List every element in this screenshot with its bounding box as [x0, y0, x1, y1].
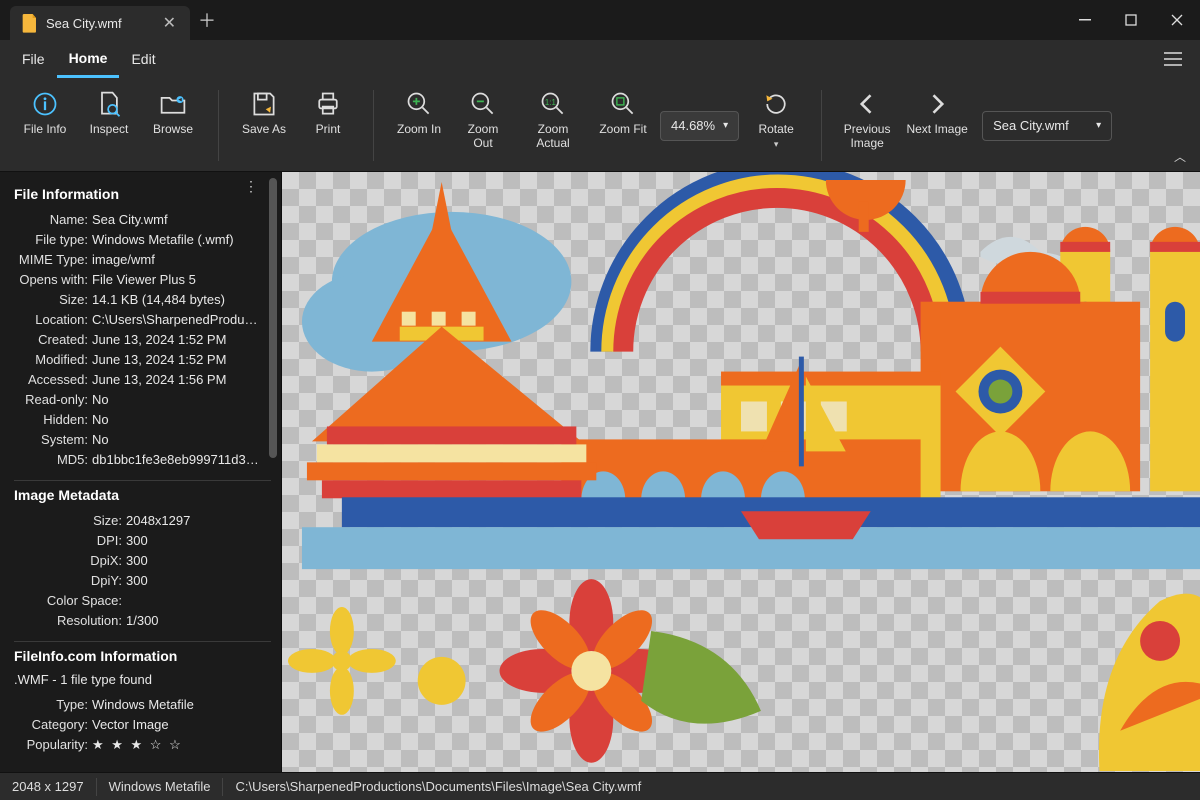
save-icon [250, 90, 278, 118]
prop-md5: MD5:db1bbc1fe3e8eb999711d349c... [14, 450, 271, 470]
prop-img-size: Size:2048x1297 [14, 511, 271, 531]
image-metadata-heading: Image Metadata [14, 487, 271, 503]
sidebar-scrollbar[interactable] [269, 178, 277, 766]
file-information-heading: File Information [14, 186, 271, 202]
prop-size: Size:14.1 KB (14,484 bytes) [14, 290, 271, 310]
next-image-button[interactable]: Next Image [900, 84, 974, 167]
image-preview [282, 172, 1200, 771]
fileinfo-found: .WMF - 1 file type found [14, 672, 271, 687]
inspect-icon [95, 90, 123, 118]
window-close-button[interactable] [1154, 0, 1200, 40]
status-dimensions: 2048 x 1297 [0, 778, 97, 796]
prop-fi-type: Type:Windows Metafile [14, 695, 271, 715]
new-tab-button[interactable]: ＋ [190, 0, 224, 40]
titlebar: Sea City.wmf ✕ ＋ [0, 0, 1200, 40]
zoom-fit-icon [609, 90, 637, 118]
prop-file-type: File type:Windows Metafile (.wmf) [14, 230, 271, 250]
folder-icon [159, 90, 187, 118]
main-area: ⋮ File Information Name:Sea City.wmf Fil… [0, 172, 1200, 772]
rotate-icon [762, 90, 790, 118]
window-controls [1062, 0, 1200, 40]
zoom-out-button[interactable]: Zoom Out [452, 84, 514, 167]
menu-file[interactable]: File [10, 40, 57, 78]
hamburger-button[interactable] [1146, 40, 1200, 78]
prop-system: System:No [14, 430, 271, 450]
maximize-button[interactable] [1108, 0, 1154, 40]
prop-mime: MIME Type:image/wmf [14, 250, 271, 270]
menubar: File Home Edit [0, 40, 1200, 78]
prop-opens-with: Opens with:File Viewer Plus 5 [14, 270, 271, 290]
chevron-down-icon: ▾ [1096, 120, 1101, 131]
tab-close-button[interactable]: ✕ [159, 13, 180, 33]
status-format: Windows Metafile [97, 778, 224, 796]
info-icon [31, 90, 59, 118]
prop-readonly: Read-only:No [14, 390, 271, 410]
zoom-in-icon [405, 90, 433, 118]
prop-dpi: DPI:300 [14, 531, 271, 551]
info-sidebar: ⋮ File Information Name:Sea City.wmf Fil… [0, 172, 282, 772]
zoom-actual-icon: 1:1 [539, 90, 567, 118]
prop-colorspace: Color Space: [14, 591, 271, 611]
prop-dpiy: DpiY:300 [14, 571, 271, 591]
minimize-button[interactable] [1062, 0, 1108, 40]
zoom-fit-button[interactable]: Zoom Fit [592, 84, 654, 167]
inspect-button[interactable]: Inspect [78, 84, 140, 167]
status-path: C:\Users\SharpenedProductions\Documents\… [223, 778, 653, 796]
prop-accessed: Accessed:June 13, 2024 1:56 PM [14, 370, 271, 390]
zoom-actual-button[interactable]: 1:1 Zoom Actual [516, 84, 590, 167]
prop-fi-popularity: Popularity:★ ★ ★ ☆ ☆ [14, 735, 271, 755]
print-button[interactable]: Print [297, 84, 359, 167]
image-canvas[interactable] [282, 172, 1200, 772]
print-icon [314, 90, 342, 118]
prop-fi-category: Category:Vector Image [14, 715, 271, 735]
sidebar-menu-button[interactable]: ⋮ [244, 178, 259, 195]
chevron-down-icon: ▾ [723, 120, 728, 131]
zoom-in-button[interactable]: Zoom In [388, 84, 450, 167]
menu-home[interactable]: Home [57, 40, 120, 78]
zoom-out-icon [469, 90, 497, 118]
prop-name: Name:Sea City.wmf [14, 210, 271, 230]
browse-button[interactable]: Browse [142, 84, 204, 167]
previous-image-button[interactable]: Previous Image [836, 84, 898, 167]
menu-edit[interactable]: Edit [119, 40, 167, 78]
prop-modified: Modified:June 13, 2024 1:52 PM [14, 350, 271, 370]
chevron-down-icon: ▾ [774, 140, 779, 148]
ribbon: File Info Inspect Browse Save As Print Z… [0, 78, 1200, 172]
rotate-button[interactable]: Rotate ▾ [745, 84, 807, 167]
file-info-button[interactable]: File Info [14, 84, 76, 167]
fileinfo-heading: FileInfo.com Information [14, 648, 271, 664]
statusbar: 2048 x 1297 Windows Metafile C:\Users\Sh… [0, 772, 1200, 800]
chevron-left-icon [853, 90, 881, 118]
svg-text:1:1: 1:1 [545, 98, 556, 107]
prop-dpix: DpiX:300 [14, 551, 271, 571]
file-icon [22, 14, 38, 32]
prop-resolution: Resolution:1/300 [14, 611, 271, 631]
save-as-button[interactable]: Save As [233, 84, 295, 167]
zoom-level-select[interactable]: 44.68% ▾ [660, 111, 739, 141]
file-picker-select[interactable]: Sea City.wmf ▾ [982, 111, 1112, 141]
prop-location: Location:C:\Users\SharpenedProductio... [14, 310, 271, 330]
prop-hidden: Hidden:No [14, 410, 271, 430]
tab-title: Sea City.wmf [46, 16, 122, 31]
chevron-right-icon [923, 90, 951, 118]
collapse-ribbon-button[interactable]: ︿ [1174, 148, 1186, 165]
document-tab[interactable]: Sea City.wmf ✕ [10, 6, 190, 40]
prop-created: Created:June 13, 2024 1:52 PM [14, 330, 271, 350]
